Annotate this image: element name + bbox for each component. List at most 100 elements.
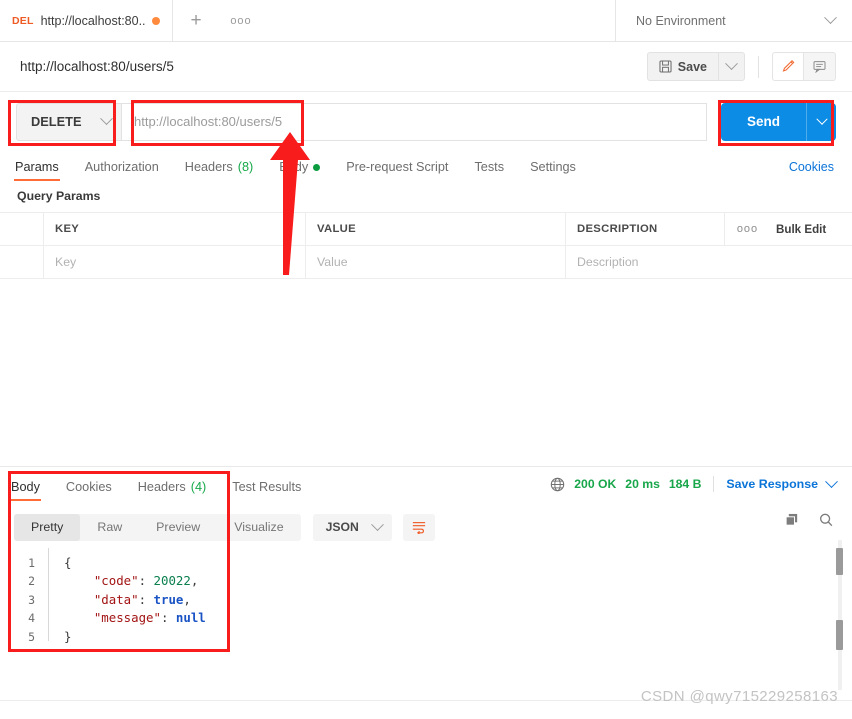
chevron-down-icon xyxy=(725,57,738,71)
save-button[interactable]: Save xyxy=(646,52,718,81)
new-tab-button[interactable]: + xyxy=(173,0,219,41)
response-size: 184 B xyxy=(668,477,702,491)
tab-headers[interactable]: Headers (8) xyxy=(185,160,253,181)
response-format-dropdown[interactable]: JSON xyxy=(312,513,392,541)
edit-request-button[interactable] xyxy=(772,52,804,81)
response-tab-body-label: Body xyxy=(11,480,40,494)
url-input[interactable]: http://localhost:80/users/5 xyxy=(122,102,707,141)
environment-selector[interactable]: No Environment xyxy=(616,0,852,41)
save-button-label: Save xyxy=(677,59,707,74)
key-input[interactable]: Key xyxy=(44,246,306,278)
tab-pre-request-script[interactable]: Pre-request Script xyxy=(346,160,448,181)
response-scrollbar-thumb[interactable] xyxy=(836,548,843,575)
tab-settings-label: Settings xyxy=(530,160,576,174)
line-number: 5 xyxy=(28,629,35,644)
watermark: CSDN @qwy715229258163 xyxy=(640,688,838,705)
view-mode-raw[interactable]: Raw xyxy=(80,514,139,541)
url-bar: DELETE http://localhost:80/users/5 Send xyxy=(0,93,852,150)
tab-title-label: http://localhost:80... xyxy=(40,13,145,28)
header-key: KEY xyxy=(44,213,306,245)
tab-pre-request-script-label: Pre-request Script xyxy=(346,160,449,174)
chevron-down-icon xyxy=(815,113,828,125)
unsaved-dot-icon[interactable] xyxy=(152,16,160,25)
code-gutter xyxy=(48,548,61,567)
search-icon[interactable] xyxy=(818,512,834,528)
response-tab-test-results[interactable]: Test Results xyxy=(232,480,301,501)
code-text: "data": true, xyxy=(64,591,191,607)
tab-params[interactable]: Params xyxy=(14,160,60,181)
response-time: 20 ms xyxy=(625,477,660,491)
view-mode-pretty[interactable]: Pretty xyxy=(14,513,81,541)
response-tab-cookies[interactable]: Cookies xyxy=(66,480,112,501)
chevron-down-icon xyxy=(100,112,113,126)
tab-authorization-label: Authorization xyxy=(84,160,159,174)
word-wrap-button[interactable] xyxy=(402,513,435,541)
code-text: { xyxy=(64,554,72,570)
tab-params-label: Params xyxy=(15,160,59,174)
method-dropdown[interactable]: DELETE xyxy=(16,102,122,141)
response-tab-headers[interactable]: Headers (4) xyxy=(138,480,206,501)
tab-body[interactable]: Body xyxy=(279,160,321,181)
tab-method-label: DEL xyxy=(12,14,34,27)
toolbar-divider xyxy=(758,55,759,78)
line-number: 1 xyxy=(28,555,35,570)
code-text: } xyxy=(64,628,72,644)
body-present-dot-icon xyxy=(313,163,321,171)
meta-divider xyxy=(713,476,715,492)
header-checkbox-cell xyxy=(0,213,44,245)
send-options-button[interactable] xyxy=(806,102,836,141)
table-header-row: KEY VALUE DESCRIPTION ooo Bulk Edit xyxy=(0,213,852,246)
response-meta: 200 OK 20 ms 184 B Save Response xyxy=(550,474,838,492)
value-input[interactable]: Value xyxy=(306,246,566,278)
response-tab-cookies-label: Cookies xyxy=(65,480,112,494)
chevron-down-icon xyxy=(370,517,384,531)
pencil-icon xyxy=(782,60,794,72)
response-toolbar: Pretty Raw Preview Visualize JSON xyxy=(0,508,852,546)
code-text: "message": null xyxy=(64,610,206,625)
tab-more-icon[interactable]: ooo xyxy=(219,0,263,41)
word-wrap-icon xyxy=(412,522,425,534)
tab-authorization[interactable]: Authorization xyxy=(85,160,159,181)
request-name[interactable]: http://localhost:80/users/5 xyxy=(20,59,174,74)
tab-tests[interactable]: Tests xyxy=(474,160,504,181)
comments-button[interactable] xyxy=(804,52,836,81)
response-scrollbar-thumb-secondary[interactable] xyxy=(836,620,843,650)
response-separator xyxy=(0,466,852,467)
code-gutter xyxy=(48,585,61,604)
tab-tests-label: Tests xyxy=(474,160,505,174)
environment-label: No Environment xyxy=(636,13,726,28)
description-input[interactable]: Description xyxy=(566,246,852,278)
send-button[interactable]: Send xyxy=(720,102,806,141)
response-body-code[interactable]: 1 { 2 "code": 20022, 3 "data": true, 4 "… xyxy=(14,548,206,644)
tab-bar: DEL http://localhost:80... + ooo No Envi… xyxy=(0,0,852,42)
response-view-modes: Pretty Raw Preview Visualize xyxy=(14,513,301,541)
response-actions xyxy=(784,512,834,528)
line-number: 3 xyxy=(28,592,35,607)
send-group: Send xyxy=(720,102,836,141)
response-tab-body[interactable]: Body xyxy=(10,480,41,501)
params-more-icon[interactable]: ooo xyxy=(724,213,770,245)
tab-headers-count: (8) xyxy=(237,160,254,174)
response-tab-test-results-label: Test Results xyxy=(232,480,302,494)
tab-body-label: Body xyxy=(279,160,309,174)
save-options-button[interactable] xyxy=(718,52,745,81)
save-response-button[interactable]: Save Response xyxy=(726,477,818,491)
postman-window: DEL http://localhost:80... + ooo No Envi… xyxy=(0,0,852,719)
tab-bar-spacer xyxy=(263,0,616,41)
response-tab-headers-label: Headers xyxy=(137,480,186,494)
request-header-bar: http://localhost:80/users/5 Save xyxy=(0,42,852,92)
query-params-table: KEY VALUE DESCRIPTION ooo Bulk Edit Key … xyxy=(0,212,852,279)
tab-settings[interactable]: Settings xyxy=(530,160,576,181)
code-text: "code": 20022, xyxy=(64,573,199,588)
view-mode-visualize[interactable]: Visualize xyxy=(217,514,300,541)
response-tab-headers-count: (4) xyxy=(190,480,207,494)
row-checkbox-cell[interactable] xyxy=(0,246,44,278)
cookies-link[interactable]: Cookies xyxy=(789,160,834,174)
request-tab[interactable]: DEL http://localhost:80... xyxy=(0,0,173,41)
tab-headers-label: Headers xyxy=(184,160,233,174)
chevron-down-icon[interactable] xyxy=(825,474,838,488)
status-code: 200 OK xyxy=(574,477,617,491)
bulk-edit-button[interactable]: Bulk Edit xyxy=(770,213,852,245)
view-mode-preview[interactable]: Preview xyxy=(139,514,217,541)
copy-icon[interactable] xyxy=(784,512,800,528)
